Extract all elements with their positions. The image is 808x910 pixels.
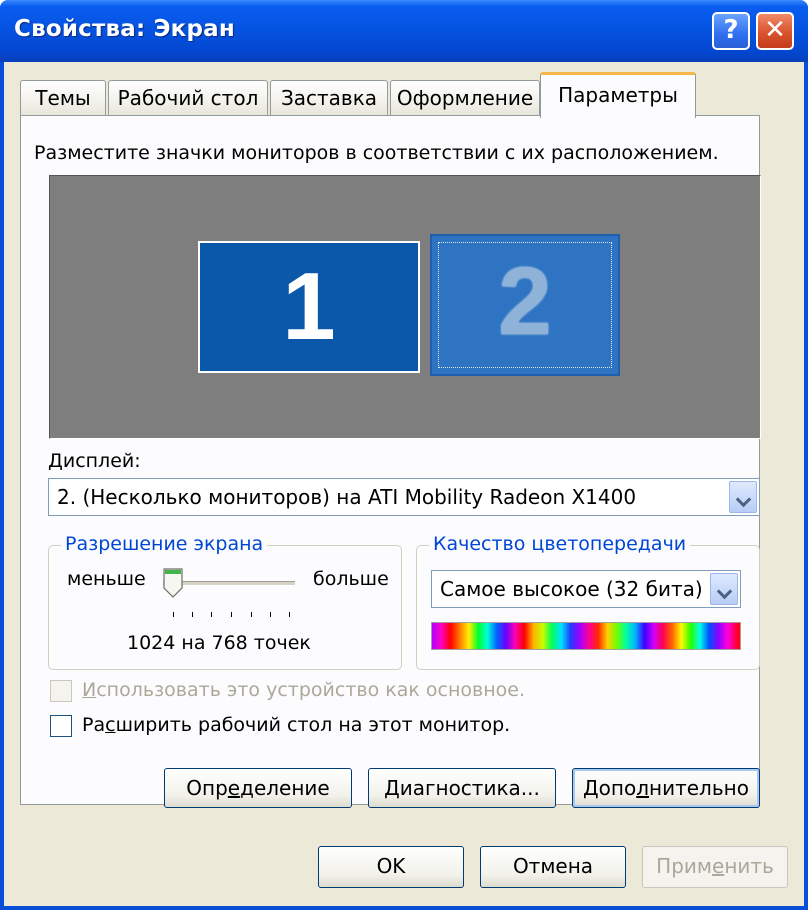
apply-button[interactable]: Применить xyxy=(642,846,788,888)
dialog-client-area: Темы Рабочий стол Заставка Оформление Па… xyxy=(4,62,804,906)
chevron-down-icon[interactable] xyxy=(710,573,738,605)
screen-resolution-title: Разрешение экрана xyxy=(61,533,268,555)
primary-device-label: Использовать это устройство как основное… xyxy=(82,679,525,701)
extend-desktop-label: Расширить рабочий стол на этот монитор. xyxy=(82,714,511,736)
color-quality-title: Качество цветопередачи xyxy=(429,533,691,555)
extend-desktop-checkbox[interactable] xyxy=(50,715,72,737)
tab-themes[interactable]: Темы xyxy=(20,80,106,116)
resolution-more-label: больше xyxy=(313,568,389,590)
monitor-1-number: 1 xyxy=(282,253,336,360)
title-bar[interactable]: Свойства: Экран ? ✕ xyxy=(0,0,808,62)
slider-tick xyxy=(173,612,174,617)
close-button[interactable]: ✕ xyxy=(756,12,794,50)
resolution-value: 1024 на 768 точек xyxy=(127,632,311,654)
color-quality-group: Качество цветопередачи Самое высокое (32… xyxy=(416,533,760,670)
help-button[interactable]: ? xyxy=(712,12,750,50)
cancel-button[interactable]: Отмена xyxy=(480,846,626,888)
tab-appearance[interactable]: Оформление xyxy=(390,80,540,116)
identify-button[interactable]: Определение xyxy=(164,768,352,808)
slider-tick xyxy=(211,612,212,617)
slider-tick xyxy=(251,612,252,617)
screen-resolution-group: Разрешение экрана меньше больше 1024 на … xyxy=(48,533,402,670)
monitor-1-icon[interactable]: 1 xyxy=(198,241,420,373)
advanced-button[interactable]: Дополнительно xyxy=(572,768,760,808)
diagnose-button[interactable]: Диагностика... xyxy=(368,768,556,808)
color-quality-value: Самое высокое (32 бита) xyxy=(440,577,703,601)
slider-tick xyxy=(231,612,232,617)
display-select-value: 2. (Несколько мониторов) на ATI Mobility… xyxy=(57,485,637,509)
tab-desktop[interactable]: Рабочий стол xyxy=(108,80,268,116)
color-spectrum-preview xyxy=(431,622,741,650)
display-select[interactable]: 2. (Несколько мониторов) на ATI Mobility… xyxy=(48,478,760,516)
resolution-slider-thumb[interactable] xyxy=(163,568,183,598)
chevron-down-icon[interactable] xyxy=(729,481,757,513)
tab-settings[interactable]: Параметры xyxy=(540,72,696,118)
resolution-less-label: меньше xyxy=(67,568,146,590)
monitor-2-number: 2 xyxy=(498,248,552,355)
slider-tick xyxy=(192,612,193,617)
tab-screensaver[interactable]: Заставка xyxy=(270,80,388,116)
display-properties-window: Свойства: Экран ? ✕ Темы Рабочий стол За… xyxy=(0,0,808,910)
window-title: Свойства: Экран xyxy=(14,16,235,42)
display-label: Дисплей: xyxy=(48,450,141,472)
monitor-2-icon[interactable]: 2 xyxy=(430,234,620,376)
monitor-arrangement-area[interactable]: 1 2 xyxy=(49,175,761,439)
ok-button[interactable]: OK xyxy=(318,846,464,888)
slider-tick xyxy=(270,612,271,617)
slider-tick xyxy=(289,612,290,617)
primary-device-checkbox[interactable] xyxy=(50,680,72,702)
color-quality-select[interactable]: Самое высокое (32 бита) xyxy=(431,570,741,608)
monitor-arrangement-instruction: Разместите значки мониторов в соответств… xyxy=(34,142,719,164)
